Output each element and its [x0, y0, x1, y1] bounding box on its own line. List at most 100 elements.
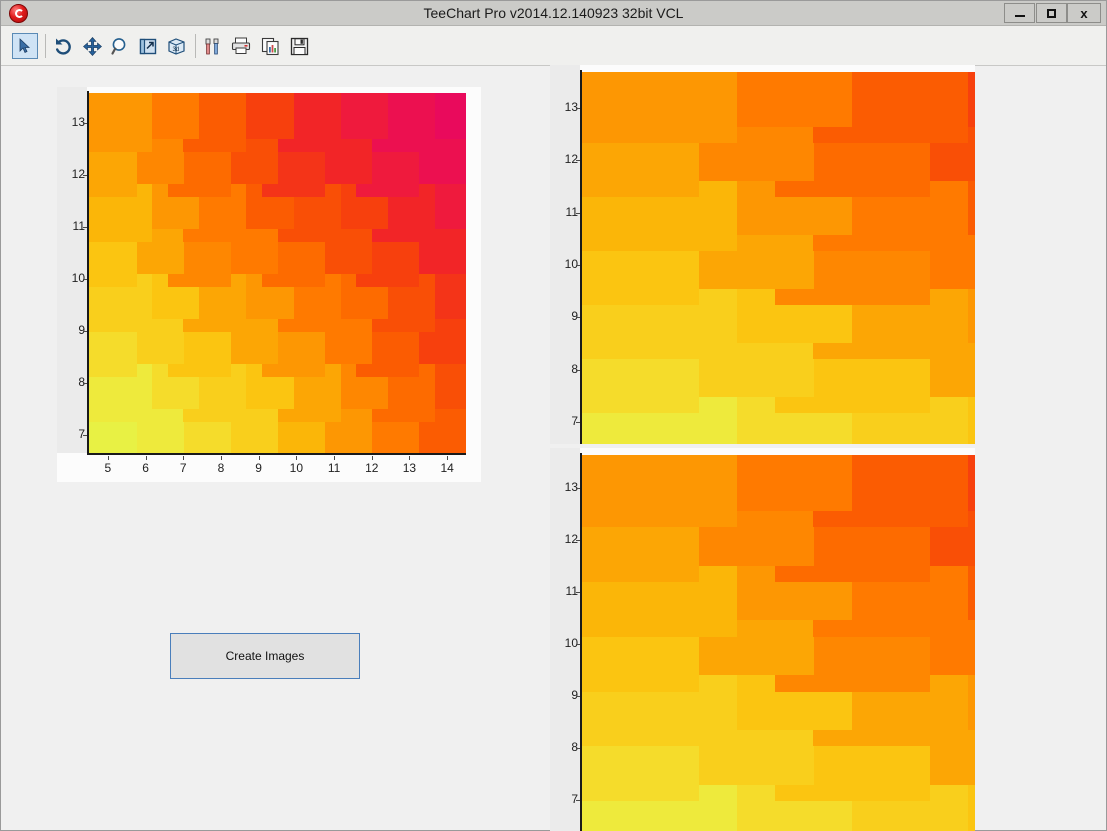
heatmap-plot-area[interactable]	[582, 72, 975, 444]
y-tick-mark	[576, 696, 580, 697]
y-tick-mark	[576, 317, 580, 319]
floppy-save-icon	[290, 37, 308, 55]
title-bar: TeeChart Pro v2014.12.140923 32bit VCL x	[1, 1, 1106, 26]
chart-bottom-right[interactable]: 7 8 9 10 11 12 13	[550, 448, 975, 831]
y-tick-mark	[83, 435, 87, 436]
y-tick-label: 13	[564, 480, 578, 494]
x-tick-label: 14	[440, 461, 454, 475]
svg-text:3d: 3d	[172, 47, 179, 53]
x-tick-label: 12	[365, 461, 379, 475]
x-tick-mark	[220, 456, 222, 460]
chart-right-margin	[466, 87, 481, 482]
y-tick-mark	[83, 227, 87, 228]
y-tick-mark	[576, 422, 580, 423]
y-tick-label: 8	[571, 740, 578, 754]
y-tick-mark	[576, 369, 580, 371]
x-tick-mark	[334, 456, 336, 460]
y-tick-label: 10	[71, 271, 85, 285]
x-tick-label: 7	[179, 461, 187, 475]
toolbar: 3d	[1, 26, 1106, 66]
close-button[interactable]: x	[1067, 3, 1101, 23]
x-tick-label: 6	[142, 461, 149, 475]
y-tick-mark	[83, 383, 87, 384]
y-tick-mark	[576, 488, 580, 489]
minimize-button[interactable]	[1004, 3, 1035, 23]
y-tick-label: 7	[571, 414, 578, 428]
x-tick-label: 5	[104, 461, 112, 475]
x-tick-mark	[371, 456, 373, 460]
x-tick-mark	[447, 456, 449, 460]
copy-chart-pages-icon	[261, 37, 279, 55]
print-tool[interactable]	[228, 33, 254, 59]
y-tick-label: 13	[564, 100, 578, 114]
cube-3d-icon: 3d	[167, 37, 185, 55]
heatmap-plot-area[interactable]	[582, 455, 975, 831]
y-axis-line	[580, 70, 582, 444]
chart-top-right[interactable]: 7 8 9 10 11 12 13	[550, 65, 975, 444]
save-tool[interactable]	[286, 33, 312, 59]
y-tick-mark	[576, 800, 580, 801]
copy-tool[interactable]	[257, 33, 283, 59]
y-tick-mark	[576, 212, 580, 214]
export-arrow-box-icon	[139, 38, 156, 54]
x-tick-label: 8	[217, 461, 225, 475]
heatmap-plot-area[interactable]	[89, 93, 466, 453]
close-icon: x	[1080, 5, 1088, 21]
y-tick-mark	[576, 592, 580, 593]
x-axis-line	[87, 453, 466, 455]
y-tick-label: 11	[565, 584, 578, 598]
zoom-tool[interactable]	[107, 33, 133, 59]
y-tick-mark	[83, 175, 87, 176]
x-tick-mark	[409, 456, 411, 460]
y-tick-mark	[83, 123, 87, 124]
window-title: TeeChart Pro v2014.12.140923 32bit VCL	[423, 5, 684, 21]
y-tick-label: 10	[564, 257, 578, 271]
x-tick-mark	[258, 456, 260, 460]
undo-zoom-tool[interactable]	[51, 33, 77, 59]
y-tick-mark	[83, 279, 87, 280]
magnifier-icon	[110, 37, 125, 55]
minimize-icon	[1014, 14, 1025, 17]
export-view-tool[interactable]	[135, 33, 161, 59]
y-tick-label: 7	[78, 427, 85, 441]
y-tick-mark	[576, 644, 580, 645]
three-d-tool[interactable]: 3d	[163, 33, 189, 59]
y-tick-label: 11	[565, 204, 578, 219]
y-tick-label: 9	[571, 688, 578, 702]
application-window: TeeChart Pro v2014.12.140923 32bit VCL x	[0, 0, 1107, 831]
y-tick-label: 8	[78, 375, 85, 389]
x-tick-mark	[296, 456, 298, 460]
chart-left-main[interactable]: 7 8 9 10 11 12 13 5 6 7 8 9 10 11 12 13 14	[57, 87, 481, 482]
y-tick-mark	[576, 265, 580, 266]
y-tick-mark	[576, 160, 580, 162]
y-tick-mark	[576, 540, 580, 541]
chart-editor-tool[interactable]	[199, 33, 225, 59]
pan-move-tool[interactable]	[79, 33, 105, 59]
x-tick-label: 11	[327, 461, 341, 475]
y-tick-label: 9	[571, 309, 578, 324]
heatmap-cell	[582, 72, 737, 144]
y-tick-mark	[576, 748, 580, 749]
heatmap-cell	[89, 93, 153, 153]
cursor-arrow-icon	[19, 38, 31, 54]
y-tick-label: 8	[571, 361, 578, 376]
y-tick-label: 12	[564, 152, 578, 167]
x-tick-label: 13	[402, 461, 417, 475]
toolbar-separator-2	[195, 34, 196, 58]
y-tick-mark	[83, 331, 87, 332]
x-tick-mark	[183, 456, 185, 460]
select-arrow-tool[interactable]	[12, 33, 38, 59]
y-tick-label: 13	[71, 115, 85, 129]
y-tick-label: 12	[564, 532, 578, 546]
x-tick-label: 9	[255, 461, 262, 475]
printer-icon	[231, 37, 251, 54]
toolbar-separator-1	[45, 34, 46, 58]
maximize-button[interactable]	[1036, 3, 1067, 23]
y-tick-label: 10	[564, 636, 578, 650]
create-images-button[interactable]: Create Images	[170, 633, 360, 679]
tools-wrench-screwdriver-icon	[205, 38, 218, 54]
y-tick-label: 11	[72, 219, 85, 233]
y-axis-line	[87, 91, 89, 455]
y-tick-mark	[576, 108, 580, 109]
maximize-icon	[1047, 8, 1056, 18]
